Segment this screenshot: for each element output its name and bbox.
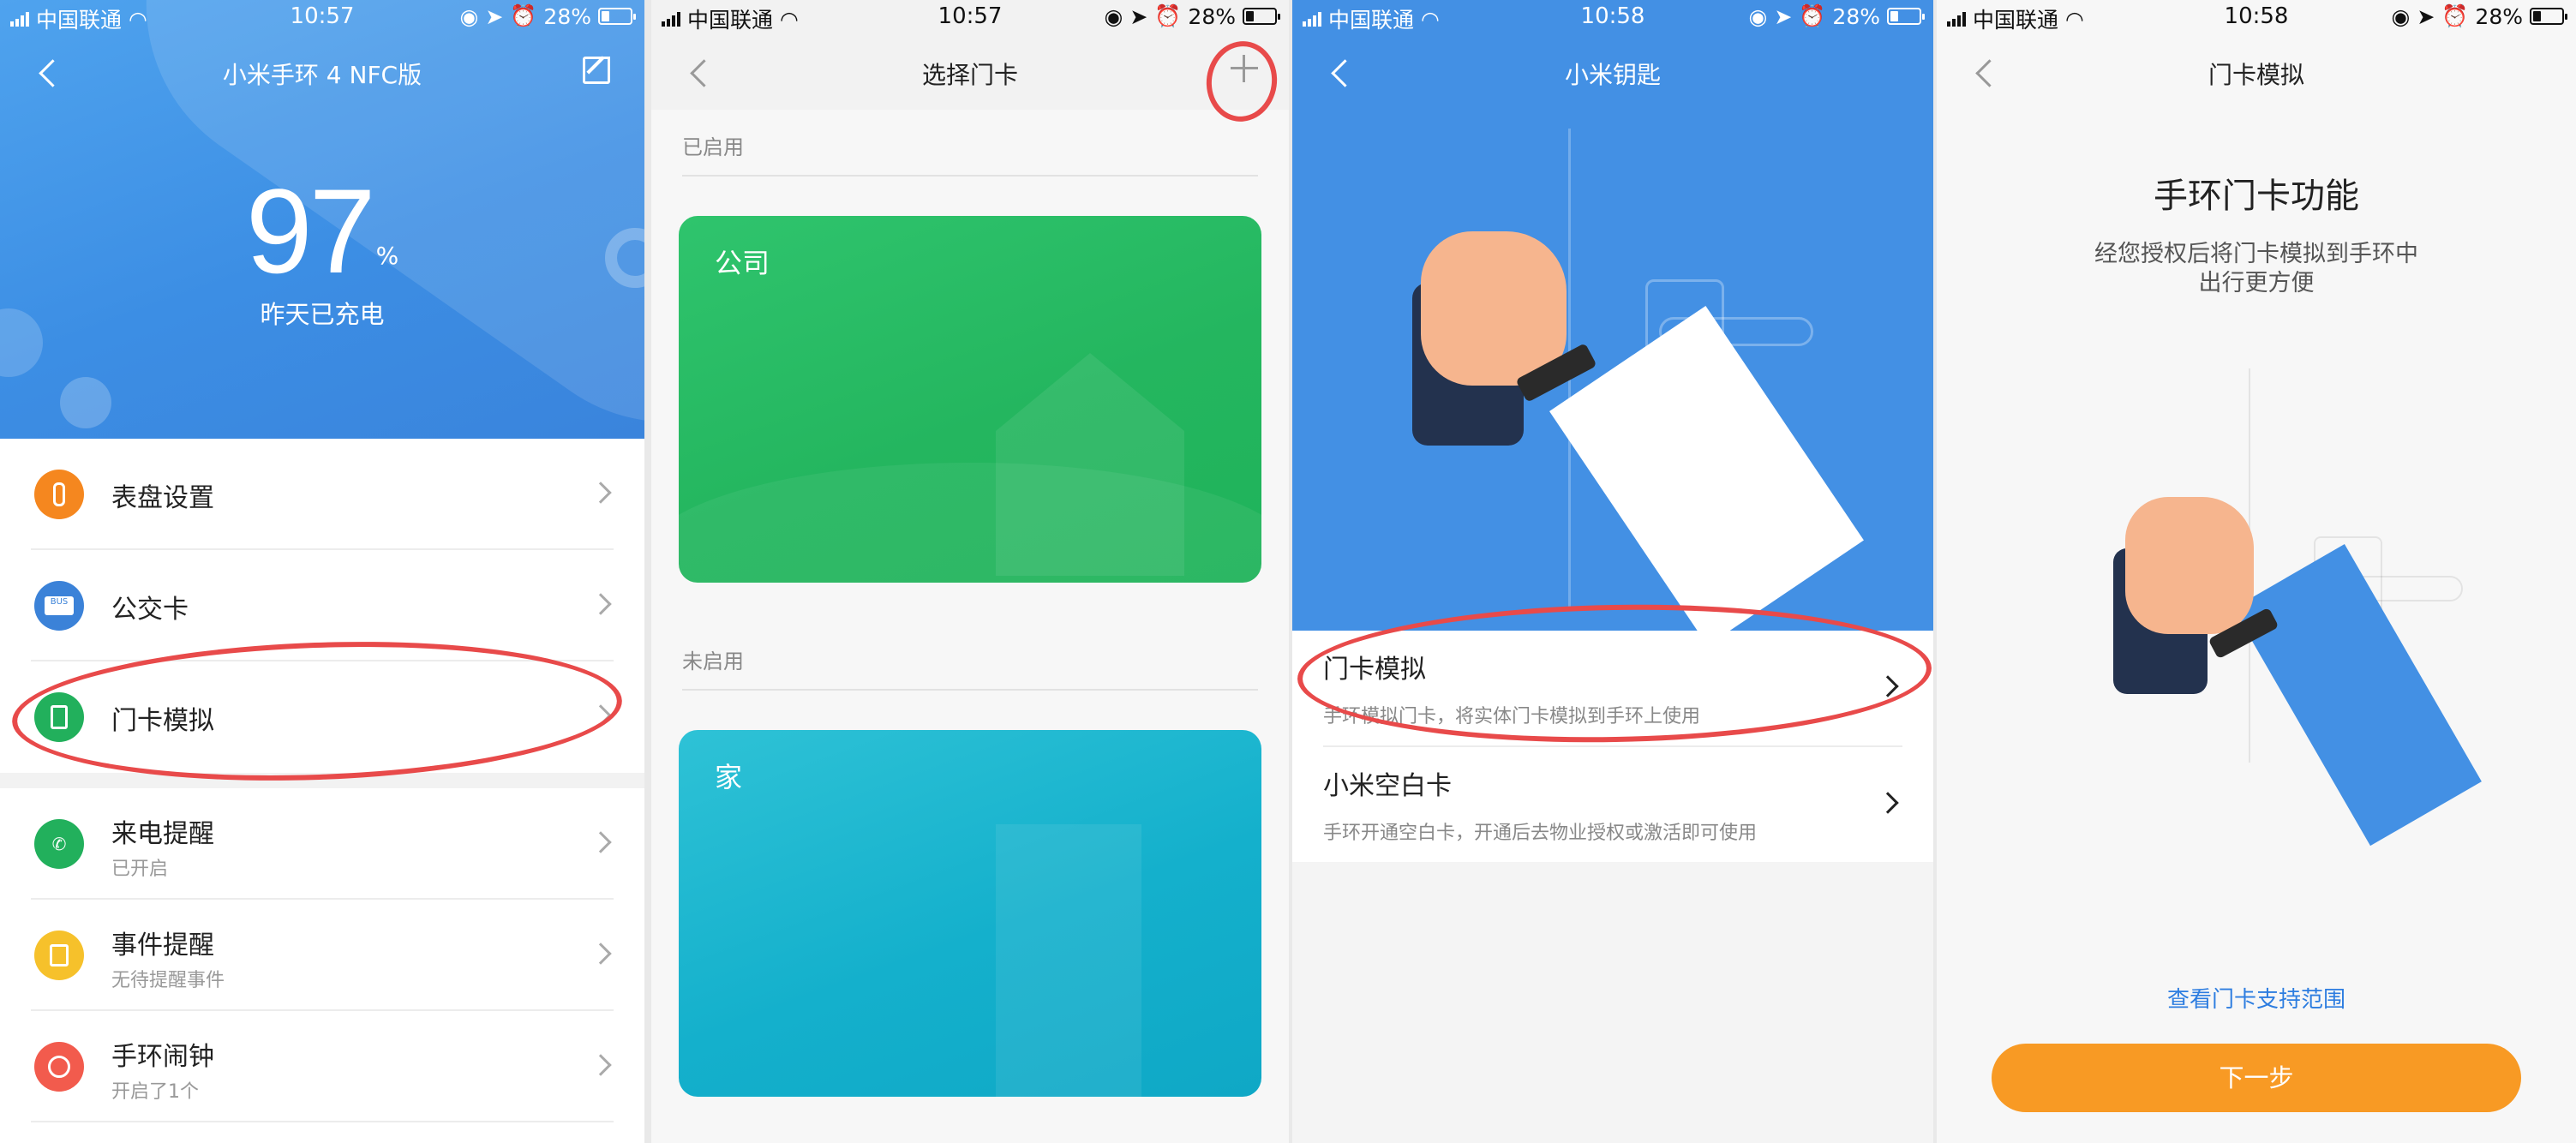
battery-unit: % <box>375 242 399 270</box>
band-tap-illustration <box>1937 368 2576 883</box>
band-home-screen: 97% 昨天已充电 中国联通 ◠ 10:57 ◉ ➤ ⏰ 28% 小米手环 4 NFC版… <box>0 0 644 1143</box>
nav-bar: 门卡模拟 <box>1937 41 2576 103</box>
event-icon <box>34 931 84 980</box>
chevron-right-icon <box>590 593 612 615</box>
battery-icon <box>1243 8 1280 25</box>
select-door-card-screen: 中国联通 ◠ 10:57 ◉ ➤ ⏰ 28% 选择门卡 已启用 公司 未启用 家 <box>651 0 1289 1143</box>
page-title: 门卡模拟 <box>2208 61 2304 89</box>
battery-icon <box>2530 8 2567 25</box>
lock-rotation-icon: ◉ <box>1104 3 1123 29</box>
lock-rotation-icon: ◉ <box>459 3 479 29</box>
menu-item-subtitle: 无待提醒事件 <box>111 970 225 991</box>
card-name: 家 <box>715 761 743 793</box>
chevron-right-icon <box>1877 792 1899 814</box>
page-title: 选择门卡 <box>921 61 1018 89</box>
location-icon: ➤ <box>2417 3 2435 29</box>
mi-key-screen: 中国联通 ◠ 10:58 ◉ ➤ ⏰ 28% 小米钥匙 门卡模拟 手环模拟门卡，将实体门… <box>1292 0 1933 1143</box>
menu-item-band-alarm[interactable]: 手环闹钟 开启了1个 <box>0 1011 644 1122</box>
feature-description: 经您授权后将门卡模拟到手环中 出行更方便 <box>1937 240 2576 298</box>
lock-rotation-icon: ◉ <box>1748 3 1768 29</box>
location-icon: ➤ <box>1774 3 1793 29</box>
chevron-right-icon <box>590 831 612 853</box>
option-title: 小米空白卡 <box>1323 771 1452 801</box>
menu-item-label: 事件提醒 <box>111 931 214 960</box>
battery-percent: 28% <box>2475 3 2523 29</box>
battery-number: 97 <box>245 164 376 298</box>
page-title: 小米手环 4 NFC版 <box>222 61 422 89</box>
menu-item-label: 公交卡 <box>111 595 189 625</box>
bus-card-icon-text: BUS <box>45 596 74 615</box>
lock-rotation-icon: ◉ <box>2391 3 2411 29</box>
menu-item-label: 表盘设置 <box>111 483 214 513</box>
support-range-link[interactable]: 查看门卡支持范围 <box>1937 982 2576 1014</box>
battery-percent: 28% <box>1188 3 1236 29</box>
nav-bar: 小米手环 4 NFC版 <box>0 41 644 103</box>
battery-percentage: 97% <box>0 171 644 291</box>
house-illustration <box>996 353 1184 576</box>
status-bar: 中国联通 ◠ 10:57 ◉ ➤ ⏰ 28% <box>651 0 1289 36</box>
watch-icon <box>34 470 84 519</box>
battery-icon <box>598 8 636 25</box>
section-disabled: 未启用 <box>682 649 744 673</box>
edit-button[interactable] <box>583 57 610 84</box>
option-desc: 手环开通空白卡，开通后去物业授权或激活即可使用 <box>1323 823 1758 844</box>
page-title: 小米钥匙 <box>1564 61 1661 89</box>
door-card-company[interactable]: 公司 <box>679 216 1261 583</box>
hand-illustration <box>1421 231 1567 386</box>
phone-icon: ✆ <box>34 819 84 869</box>
door-card-home[interactable]: 家 <box>679 730 1261 1097</box>
menu-item-label: 手环闹钟 <box>111 1042 214 1072</box>
next-button[interactable]: 下一步 <box>1992 1044 2521 1112</box>
alarm-status-icon: ⏰ <box>1154 3 1182 28</box>
menu-item-subtitle: 开启了1个 <box>111 1081 199 1103</box>
chevron-right-icon <box>590 943 612 965</box>
section-enabled: 已启用 <box>682 135 744 159</box>
battery-icon <box>1887 8 1925 25</box>
menu-item-watch-face[interactable]: 表盘设置 <box>0 439 644 550</box>
feature-desc-line: 经您授权后将门卡模拟到手环中 <box>2094 241 2418 267</box>
menu-item-subtitle: 已开启 <box>111 859 169 880</box>
nav-bar: 小米钥匙 <box>1292 41 1933 103</box>
settings-menu: 表盘设置 BUS 公交卡 门卡模拟 ✆ 来电提醒 已开启 事件提醒 无待提醒事件 <box>0 439 644 1122</box>
alarm-status-icon: ⏰ <box>2441 3 2469 28</box>
status-bar: 中国联通 ◠ 10:57 ◉ ➤ ⏰ 28% <box>0 0 644 36</box>
card-name: 公司 <box>715 247 770 279</box>
location-icon: ➤ <box>1129 3 1148 29</box>
status-bar: 中国联通 ◠ 10:58 ◉ ➤ ⏰ 28% <box>1937 0 2576 36</box>
battery-percent: 28% <box>543 3 591 29</box>
alarm-status-icon: ⏰ <box>510 3 537 28</box>
status-bar: 中国联通 ◠ 10:58 ◉ ➤ ⏰ 28% <box>1292 0 1933 36</box>
bus-card-icon: BUS <box>34 581 84 631</box>
alarm-status-icon: ⏰ <box>1799 3 1826 28</box>
feature-title: 手环门卡功能 <box>2154 177 2359 216</box>
charge-status: 昨天已充电 <box>260 300 385 329</box>
door-card-intro-screen: 中国联通 ◠ 10:58 ◉ ➤ ⏰ 28% 门卡模拟 手环门卡功能 经您授权后将门卡模… <box>1937 0 2576 1143</box>
menu-item-event-reminder[interactable]: 事件提醒 无待提醒事件 <box>0 900 644 1011</box>
menu-item-call-alert[interactable]: ✆ 来电提醒 已开启 <box>0 788 644 900</box>
option-blank-card[interactable]: 小米空白卡 手环开通空白卡，开通后去物业授权或激活即可使用 <box>1292 747 1933 864</box>
feature-desc-line: 出行更方便 <box>2198 270 2315 296</box>
alarm-icon <box>34 1042 84 1092</box>
nav-bar: 选择门卡 <box>651 41 1289 103</box>
menu-item-label: 来电提醒 <box>111 819 214 849</box>
location-icon: ➤ <box>485 3 504 29</box>
chevron-right-icon <box>590 1054 612 1076</box>
building-illustration <box>996 824 1141 1097</box>
chevron-right-icon <box>590 482 612 504</box>
battery-percent: 28% <box>1832 3 1880 29</box>
